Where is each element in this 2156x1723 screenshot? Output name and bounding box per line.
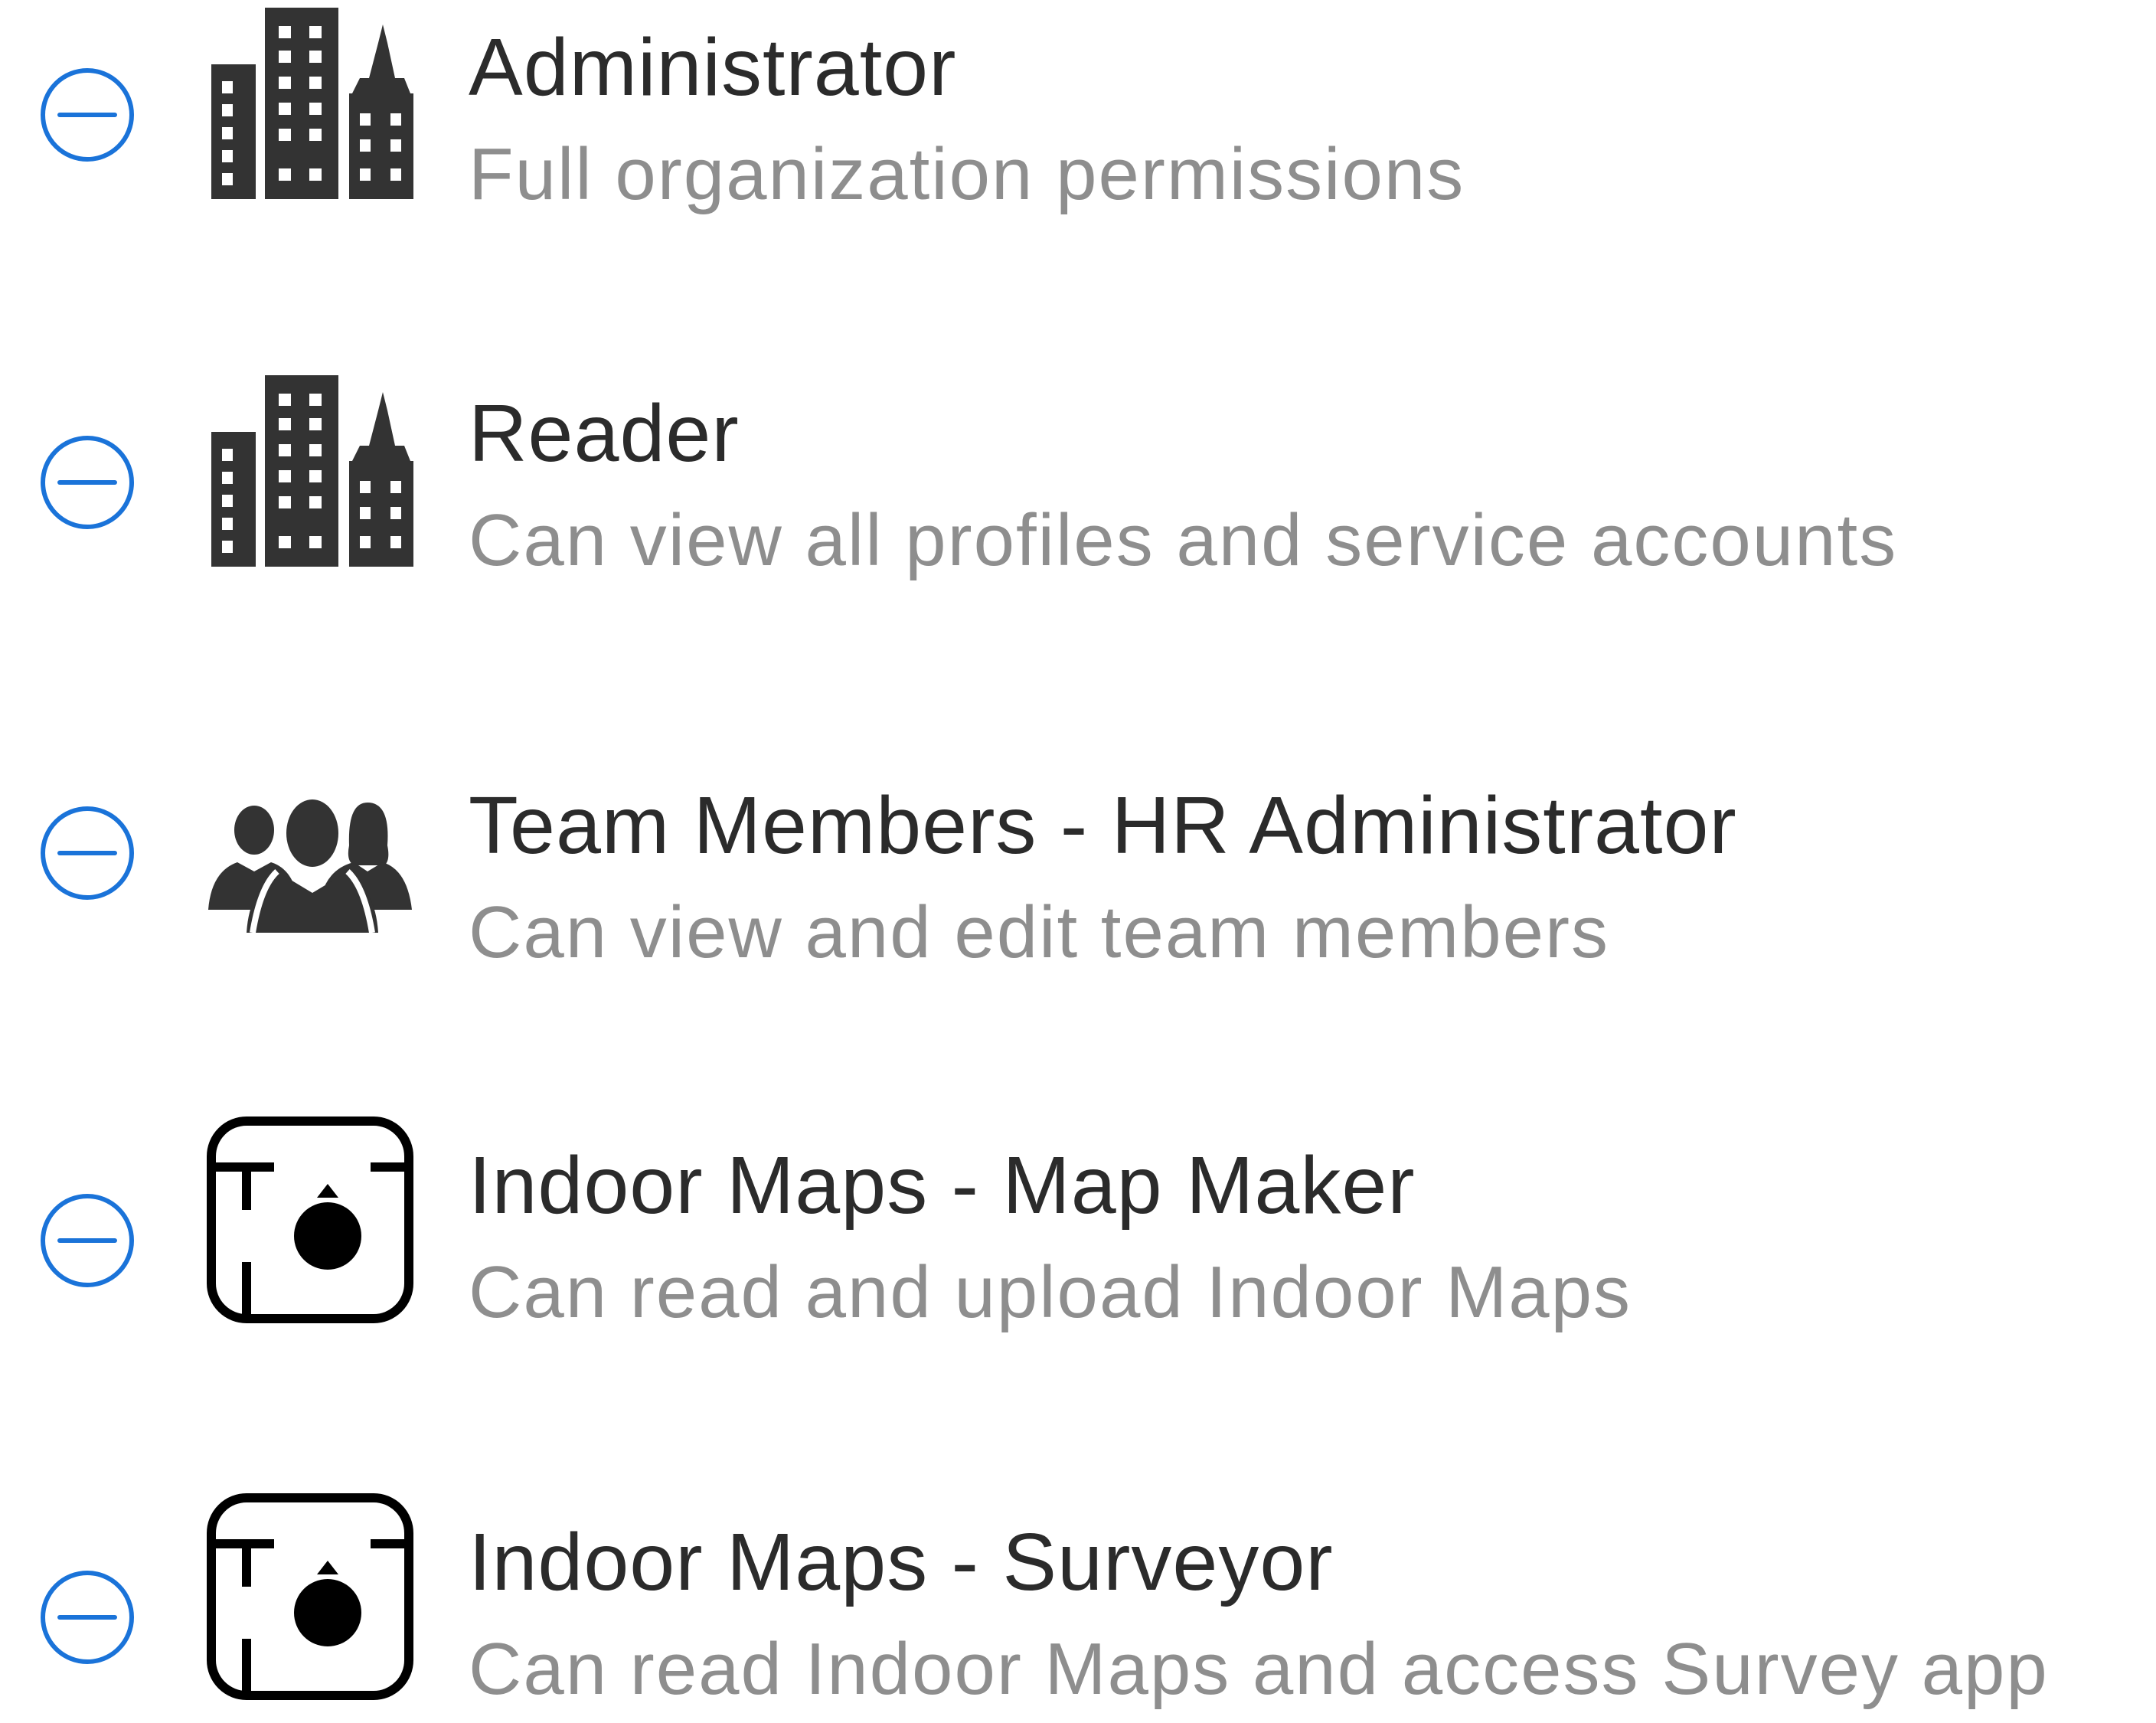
role-title: Indoor Maps - Surveyor — [469, 1517, 1334, 1607]
role-row-team-members-hr-administrator[interactable]: Team Members - HR Administrator Can view… — [0, 758, 2156, 988]
buildings-icon — [207, 375, 413, 567]
role-description: Can view and edit team members — [469, 891, 1609, 973]
role-title: Reader — [469, 388, 740, 479]
role-title: Indoor Maps - Map Maker — [469, 1140, 1416, 1231]
remove-circle-icon[interactable] — [40, 435, 135, 530]
role-description: Can view all profiles and service accoun… — [469, 499, 1898, 581]
role-title: Administrator — [469, 22, 957, 113]
indoor-map-icon — [207, 1117, 413, 1323]
buildings-icon — [207, 8, 413, 199]
role-row-indoor-maps-map-maker[interactable]: Indoor Maps - Map Maker Can read and upl… — [0, 1117, 2156, 1346]
role-row-reader[interactable]: Reader Can view all profiles and service… — [0, 368, 2156, 597]
remove-circle-icon[interactable] — [40, 1193, 135, 1288]
remove-circle-icon[interactable] — [40, 67, 135, 162]
role-description: Can read Indoor Maps and access Survey a… — [469, 1628, 2049, 1710]
role-row-administrator[interactable]: Administrator Full organization permissi… — [0, 0, 2156, 230]
remove-circle-icon[interactable] — [40, 806, 135, 901]
role-row-indoor-maps-surveyor[interactable]: Indoor Maps - Surveyor Can read Indoor M… — [0, 1493, 2156, 1723]
people-group-icon — [207, 795, 413, 933]
role-description: Can read and upload Indoor Maps — [469, 1251, 1632, 1333]
remove-circle-icon[interactable] — [40, 1570, 135, 1665]
role-title: Team Members - HR Administrator — [469, 780, 1737, 871]
role-description: Full organization permissions — [469, 133, 1465, 215]
indoor-map-icon — [207, 1493, 413, 1700]
